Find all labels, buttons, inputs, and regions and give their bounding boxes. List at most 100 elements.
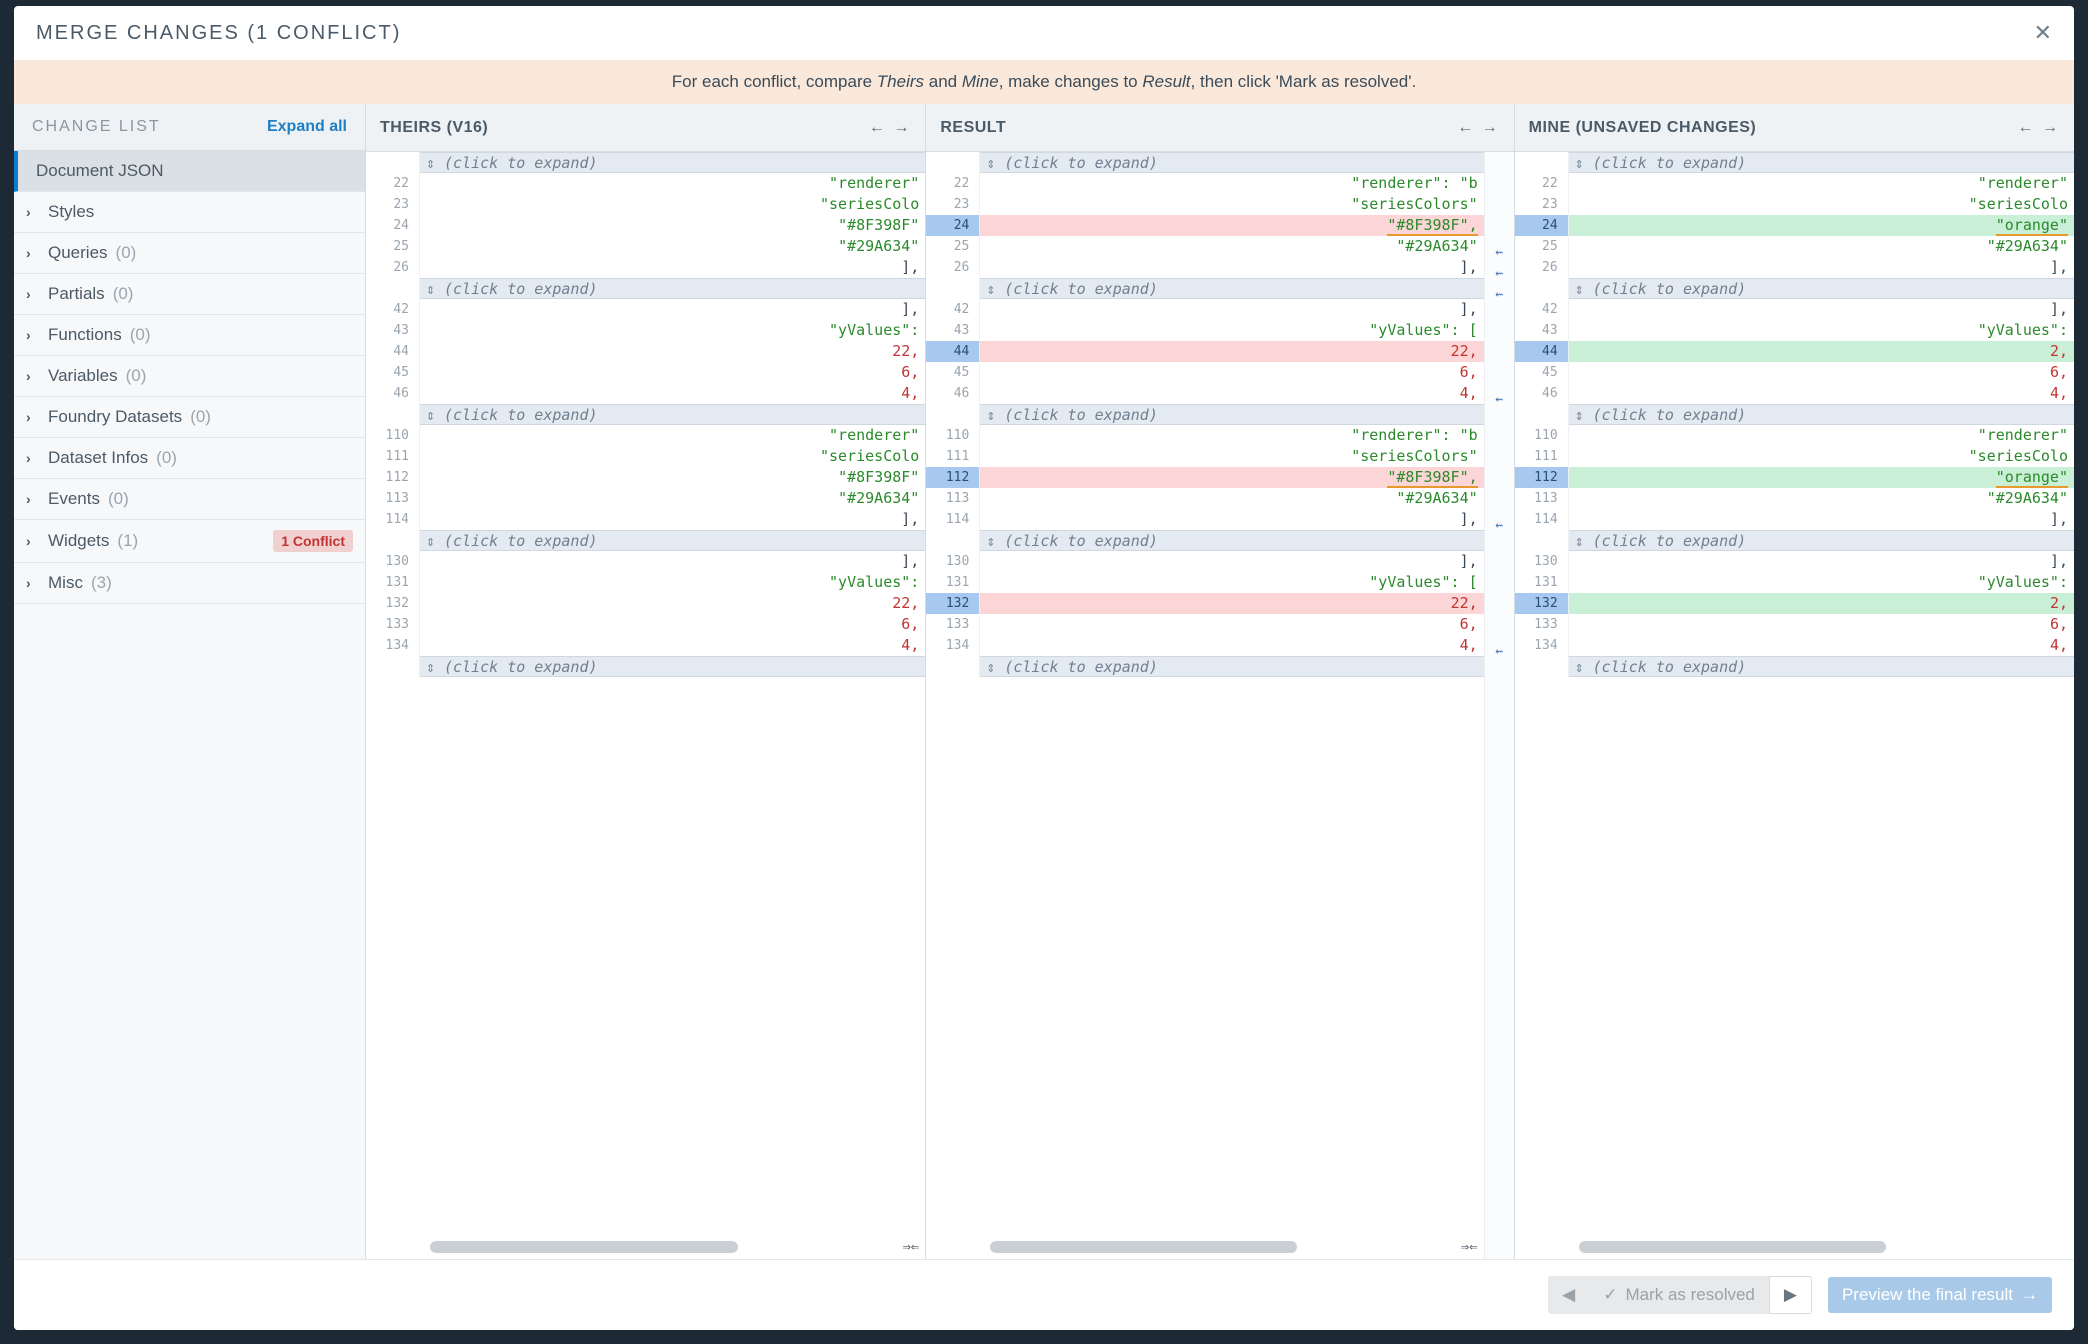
theirs-scrollbar[interactable] [430, 1241, 738, 1253]
sidebar-item-count: (0) [116, 243, 137, 263]
sidebar-item-label: Functions [48, 325, 122, 345]
merge-arrow-icon[interactable] [1485, 578, 1514, 599]
sidebar-item-label: Widgets [48, 531, 109, 551]
sidebar-item[interactable]: ›Misc (3) [14, 563, 365, 604]
theirs-nav-prev-next[interactable]: ← → [869, 119, 911, 137]
sidebar-item-label: Foundry Datasets [48, 407, 182, 427]
close-icon[interactable]: ✕ [2034, 20, 2052, 46]
fold-toggle[interactable]: (click to expand) [1569, 656, 2074, 677]
sidebar-item-count: (1) [117, 531, 138, 551]
preview-final-result-button[interactable]: Preview the final result → [1828, 1277, 2052, 1313]
chevron-right-icon: › [26, 327, 40, 343]
fold-toggle[interactable]: (click to expand) [980, 278, 1483, 299]
sidebar-item-label: Document JSON [36, 161, 164, 181]
next-conflict-button[interactable]: ▶ [1769, 1276, 1812, 1314]
sidebar-item-label: Variables [48, 366, 118, 386]
merge-arrow-icon[interactable] [1485, 704, 1514, 725]
change-list-sidebar: CHANGE LIST Expand all Document JSON ›Sty… [14, 104, 366, 1259]
mine-code[interactable]: (click to expand)22"renderer"23"seriesCo… [1515, 152, 2074, 1259]
merge-arrow-icon[interactable] [1485, 452, 1514, 473]
sidebar-item[interactable]: ›Variables (0) [14, 356, 365, 397]
chevron-right-icon: › [26, 245, 40, 261]
chevron-right-icon: › [26, 409, 40, 425]
merge-arrow-icon[interactable]: ⇜ [1485, 263, 1514, 284]
fold-toggle[interactable]: (click to expand) [980, 404, 1483, 425]
sidebar-item[interactable]: ›Styles [14, 192, 365, 233]
sidebar-item-count: (0) [108, 489, 129, 509]
merge-arrow-icon[interactable]: ⇜ [1485, 242, 1514, 263]
fold-toggle[interactable]: (click to expand) [980, 152, 1483, 173]
merge-arrow-icon[interactable] [1485, 662, 1514, 683]
fold-toggle[interactable]: (click to expand) [420, 278, 925, 299]
mine-pane: MINE (UNSAVED CHANGES) ← → (click to exp… [1515, 104, 2074, 1259]
mine-scrollbar[interactable] [1579, 1241, 1887, 1253]
merge-arrow-icon[interactable]: ⇜ [1485, 389, 1514, 410]
merge-arrow-icon[interactable] [1485, 683, 1514, 704]
chevron-right-icon: › [26, 368, 40, 384]
prev-conflict-button[interactable]: ◀ [1548, 1276, 1589, 1314]
merge-arrow-icon[interactable] [1485, 536, 1514, 557]
merge-arrow-icon[interactable]: ⇜ [1485, 641, 1514, 662]
fold-toggle[interactable]: (click to expand) [1569, 530, 2074, 551]
sidebar-item[interactable]: ›Events (0) [14, 479, 365, 520]
merge-arrow-icon[interactable]: ⇜ [1485, 515, 1514, 536]
instruction-banner: For each conflict, compare Theirs and Mi… [14, 60, 2074, 104]
sidebar-item-label: Partials [48, 284, 105, 304]
merge-arrow-icon[interactable] [1485, 221, 1514, 242]
mark-resolved-button[interactable]: ✓ Mark as resolved [1589, 1276, 1769, 1314]
sidebar-item[interactable]: ›Dataset Infos (0) [14, 438, 365, 479]
merge-arrow-icon[interactable] [1485, 494, 1514, 515]
merge-arrow-icon[interactable] [1485, 620, 1514, 641]
result-scrollbar[interactable] [990, 1241, 1297, 1253]
sidebar-item[interactable]: Document JSON [14, 151, 365, 192]
fold-toggle[interactable]: (click to expand) [420, 656, 925, 677]
sidebar-item-count: (0) [113, 284, 134, 304]
fold-toggle[interactable]: (click to expand) [420, 530, 925, 551]
theirs-title: THEIRS (V16) [380, 119, 861, 137]
theirs-code[interactable]: (click to expand)22"renderer"23"seriesCo… [366, 152, 925, 1259]
merge-arrow-icon[interactable] [1485, 305, 1514, 326]
merge-arrow-icon[interactable] [1485, 557, 1514, 578]
merge-arrow-icon[interactable] [1485, 368, 1514, 389]
merge-arrow-icon[interactable] [1485, 599, 1514, 620]
accept-mine-icon[interactable]: ⇒⇐ [1461, 1237, 1484, 1258]
sidebar-item-count: (0) [130, 325, 151, 345]
result-pane: RESULT ← → (click to expand)22"renderer"… [926, 104, 1514, 1259]
merge-arrow-icon[interactable] [1485, 347, 1514, 368]
sidebar-item[interactable]: ›Partials (0) [14, 274, 365, 315]
sidebar-item-count: (3) [91, 573, 112, 593]
expand-all-link[interactable]: Expand all [267, 118, 347, 136]
mine-title: MINE (UNSAVED CHANGES) [1529, 119, 2010, 137]
result-code[interactable]: (click to expand)22"renderer": "b23"seri… [926, 152, 1513, 1259]
result-title: RESULT [940, 119, 1449, 137]
sidebar-item-count: (0) [190, 407, 211, 427]
fold-toggle[interactable]: (click to expand) [420, 404, 925, 425]
accept-theirs-icon[interactable]: ⇒⇐ [902, 1237, 925, 1258]
fold-toggle[interactable]: (click to expand) [980, 656, 1483, 677]
merge-arrow-icon[interactable] [1485, 410, 1514, 431]
mine-nav-prev-next[interactable]: ← → [2018, 119, 2060, 137]
change-list-title: CHANGE LIST [32, 118, 161, 136]
sidebar-item-label: Dataset Infos [48, 448, 148, 468]
sidebar-item[interactable]: › Foundry Datasets (0) [14, 397, 365, 438]
fold-toggle[interactable]: (click to expand) [1569, 152, 2074, 173]
result-nav-prev-next[interactable]: ← → [1457, 119, 1499, 137]
dialog-header: MERGE CHANGES (1 CONFLICT) ✕ [14, 6, 2074, 60]
merge-arrow-icon[interactable] [1485, 473, 1514, 494]
merge-arrow-icon[interactable] [1485, 326, 1514, 347]
sidebar-item-label: Misc [48, 573, 83, 593]
merge-arrow-icon[interactable] [1485, 431, 1514, 452]
fold-toggle[interactable]: (click to expand) [1569, 404, 2074, 425]
theirs-pane: THEIRS (V16) ← → (click to expand)22"ren… [366, 104, 926, 1259]
dialog-footer: ◀ ✓ Mark as resolved ▶ Preview the final… [14, 1259, 2074, 1330]
sidebar-item[interactable]: ›Widgets (1)1 Conflict [14, 520, 365, 563]
chevron-right-icon: › [26, 491, 40, 507]
merge-arrow-icon[interactable] [1485, 200, 1514, 221]
merge-arrow-icon[interactable]: ⇜ [1485, 284, 1514, 305]
fold-toggle[interactable]: (click to expand) [980, 530, 1483, 551]
sidebar-item[interactable]: ›Queries (0) [14, 233, 365, 274]
check-icon: ✓ [1603, 1285, 1617, 1305]
fold-toggle[interactable]: (click to expand) [1569, 278, 2074, 299]
sidebar-item[interactable]: › Functions (0) [14, 315, 365, 356]
fold-toggle[interactable]: (click to expand) [420, 152, 925, 173]
